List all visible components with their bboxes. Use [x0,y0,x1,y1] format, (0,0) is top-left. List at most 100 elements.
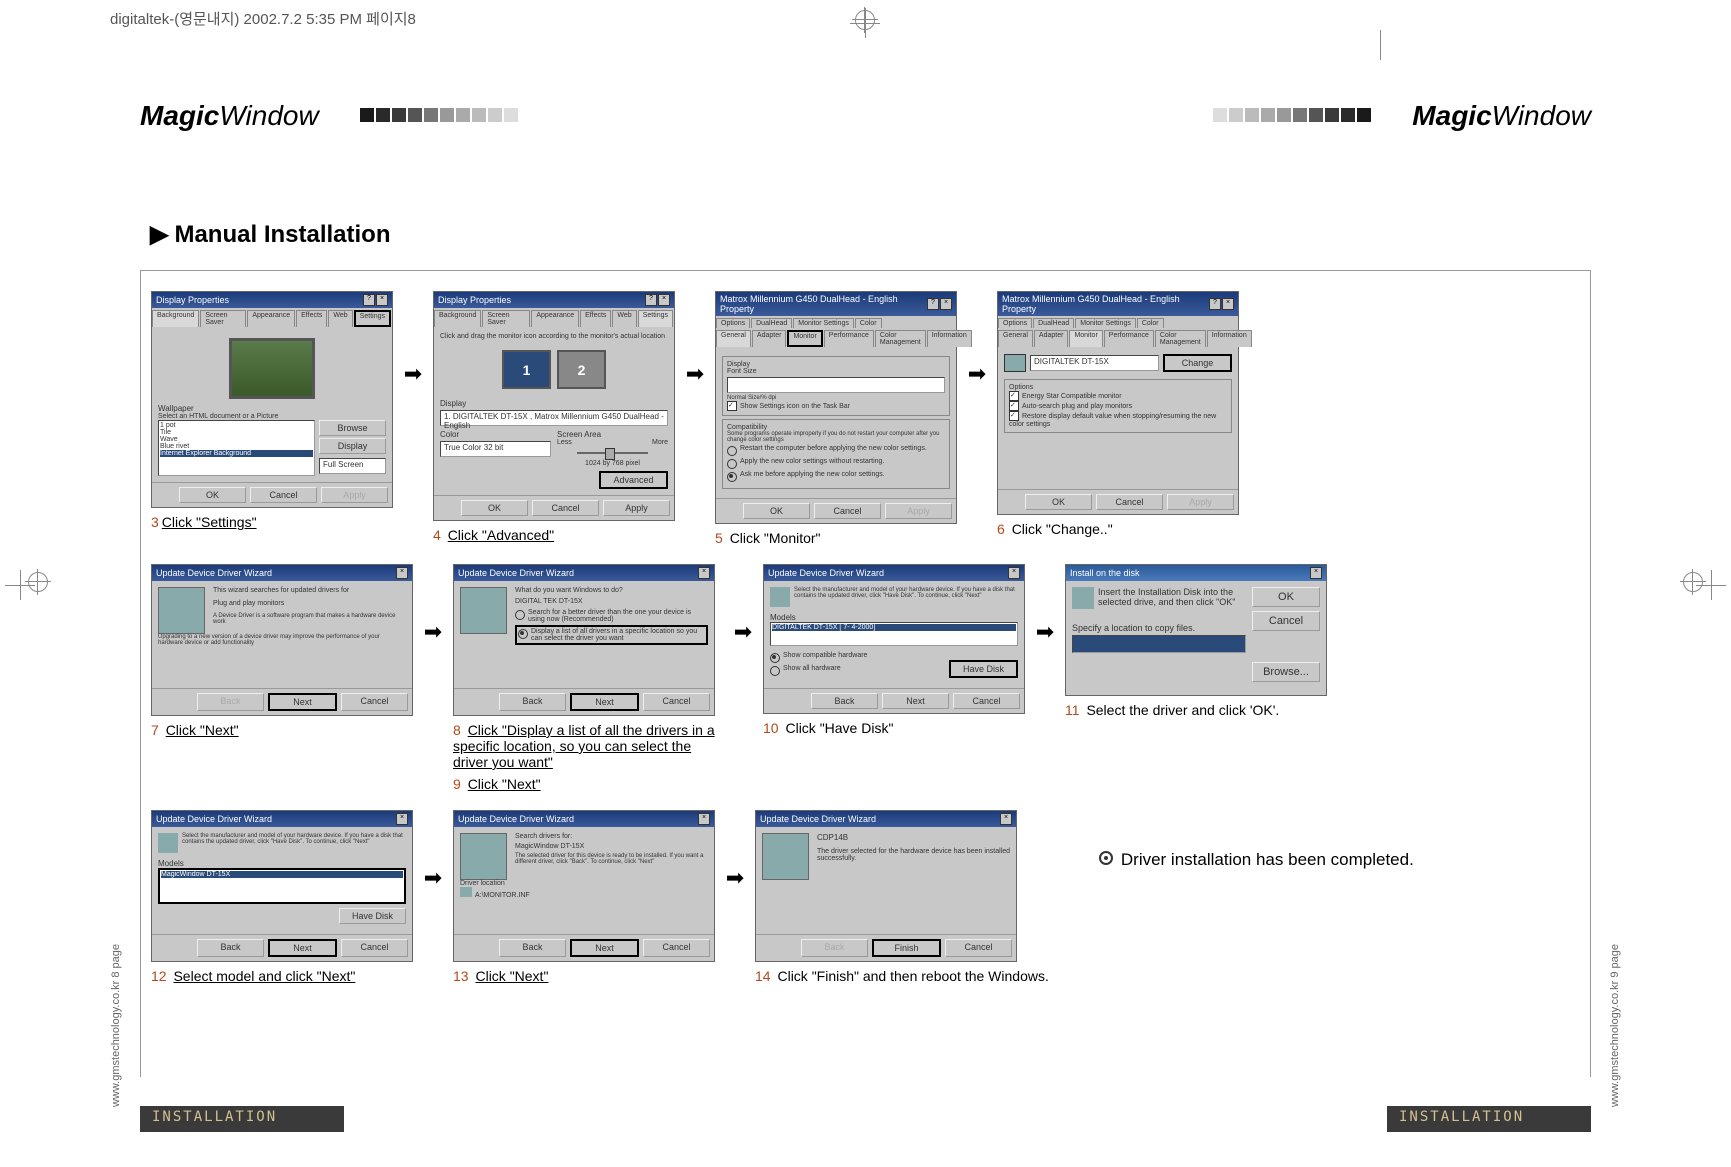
monitor-1[interactable]: 1 [502,350,551,389]
apply-button[interactable]: Apply [603,500,670,516]
next-button[interactable]: Next [570,693,639,711]
back-button[interactable]: Back [811,693,878,709]
browse-button[interactable]: Browse [319,420,386,436]
tab-screensaver[interactable]: Screen Saver [200,310,246,327]
radio[interactable] [770,666,780,676]
close-icon[interactable]: × [1310,567,1322,579]
tab[interactable]: Color [855,318,882,328]
cancel-button[interactable]: Cancel [250,487,317,503]
tab-settings[interactable]: Settings [638,310,673,327]
close-icon[interactable]: × [1000,813,1012,825]
next-button[interactable]: Next [268,939,337,957]
radio-recommended[interactable] [515,610,525,620]
ok-button[interactable]: OK [179,487,246,503]
tab[interactable]: Color Management [875,330,926,347]
tab[interactable]: Performance [1104,330,1154,347]
back-button[interactable]: Back [499,693,566,711]
close-icon[interactable]: × [1222,298,1234,310]
tab-appearance[interactable]: Appearance [247,310,295,327]
have-disk-button[interactable]: Have Disk [949,660,1018,678]
tab[interactable]: Options [716,318,750,328]
wallpaper-list[interactable]: 1 potTileWaveBlue rivetInternet Explorer… [158,420,315,476]
radio[interactable] [770,653,780,663]
next-button[interactable]: Next [882,693,949,709]
radio[interactable] [727,472,737,482]
tab[interactable]: Effects [580,310,611,327]
tab-web[interactable]: Web [328,310,352,327]
display-button[interactable]: Display [319,438,386,454]
ok-button[interactable]: OK [1252,587,1320,607]
tab-background[interactable]: Background [152,310,199,327]
close-icon[interactable]: × [658,294,670,306]
cancel-button[interactable]: Cancel [341,939,408,957]
tab[interactable]: Monitor Settings [1075,318,1136,328]
have-disk-button[interactable]: Have Disk [339,908,406,924]
close-icon[interactable]: × [376,294,388,306]
tab[interactable]: Web [612,310,636,327]
help-icon[interactable]: ? [645,294,657,306]
tab[interactable]: DualHead [1033,318,1074,328]
tab[interactable]: Adapter [752,330,787,347]
next-button[interactable]: Next [570,939,639,957]
display-select[interactable]: 1. DIGITALTEK DT-15X , Matrox Millennium… [440,410,668,426]
radio-display-list[interactable] [518,629,528,639]
tab[interactable]: Color [1137,318,1164,328]
models-list[interactable]: MagicWindow DT-15X [158,868,406,904]
cancel-button[interactable]: Cancel [945,939,1012,957]
tab-effects[interactable]: Effects [296,310,327,327]
cancel-button[interactable]: Cancel [1252,611,1320,631]
back-button[interactable]: Back [499,939,566,957]
tab[interactable]: Options [998,318,1032,328]
path-input[interactable] [1072,635,1246,653]
tab-monitor[interactable]: Monitor [787,330,822,347]
back-button[interactable]: Back [197,939,264,957]
close-icon[interactable]: × [396,813,408,825]
next-button[interactable]: Next [268,693,337,711]
finish-button[interactable]: Finish [872,939,941,957]
tab[interactable]: Adapter [1034,330,1069,347]
close-icon[interactable]: × [940,298,952,310]
tab[interactable]: Monitor Settings [793,318,854,328]
radio[interactable] [727,459,737,469]
cancel-button[interactable]: Cancel [643,939,710,957]
close-icon[interactable]: × [698,813,710,825]
checkbox[interactable] [1009,411,1019,421]
help-icon[interactable]: ? [1209,298,1221,310]
cancel-button[interactable]: Cancel [953,693,1020,709]
tab[interactable]: General [998,330,1033,347]
cancel-button[interactable]: Cancel [532,500,599,516]
font-select[interactable] [727,377,945,393]
tab[interactable]: General [716,330,751,347]
checkbox[interactable] [727,401,737,411]
close-icon[interactable]: × [396,567,408,579]
checkbox[interactable] [1009,391,1019,401]
close-icon[interactable]: × [1008,567,1020,579]
tab-monitor[interactable]: Monitor [1069,330,1102,347]
cancel-button[interactable]: Cancel [814,503,881,519]
color-select[interactable]: True Color 32 bit [440,441,551,457]
tab-settings[interactable]: Settings [354,310,391,327]
tab[interactable]: Performance [824,330,874,347]
advanced-button[interactable]: Advanced [599,471,668,489]
help-icon[interactable]: ? [363,294,375,306]
tab[interactable]: Color Management [1155,330,1206,347]
cancel-button[interactable]: Cancel [341,693,408,711]
tab[interactable]: Appearance [531,310,579,327]
browse-button[interactable]: Browse... [1252,662,1320,682]
ok-button[interactable]: OK [461,500,528,516]
tab[interactable]: Information [1207,330,1252,347]
checkbox[interactable] [1009,401,1019,411]
radio[interactable] [727,446,737,456]
models-list[interactable]: DIGITALTEK DT-15X [ 7- 4-2000] [770,622,1018,646]
close-icon[interactable]: × [698,567,710,579]
change-button[interactable]: Change [1163,354,1232,372]
ok-button[interactable]: OK [743,503,810,519]
tab[interactable]: Background [434,310,481,327]
cancel-button[interactable]: Cancel [1096,494,1163,510]
help-icon[interactable]: ? [927,298,939,310]
tab[interactable]: Information [927,330,972,347]
display-mode[interactable]: Full Screen [319,458,386,474]
tab[interactable]: Screen Saver [482,310,530,327]
resolution-slider[interactable] [577,452,648,454]
monitor-2[interactable]: 2 [557,350,606,389]
